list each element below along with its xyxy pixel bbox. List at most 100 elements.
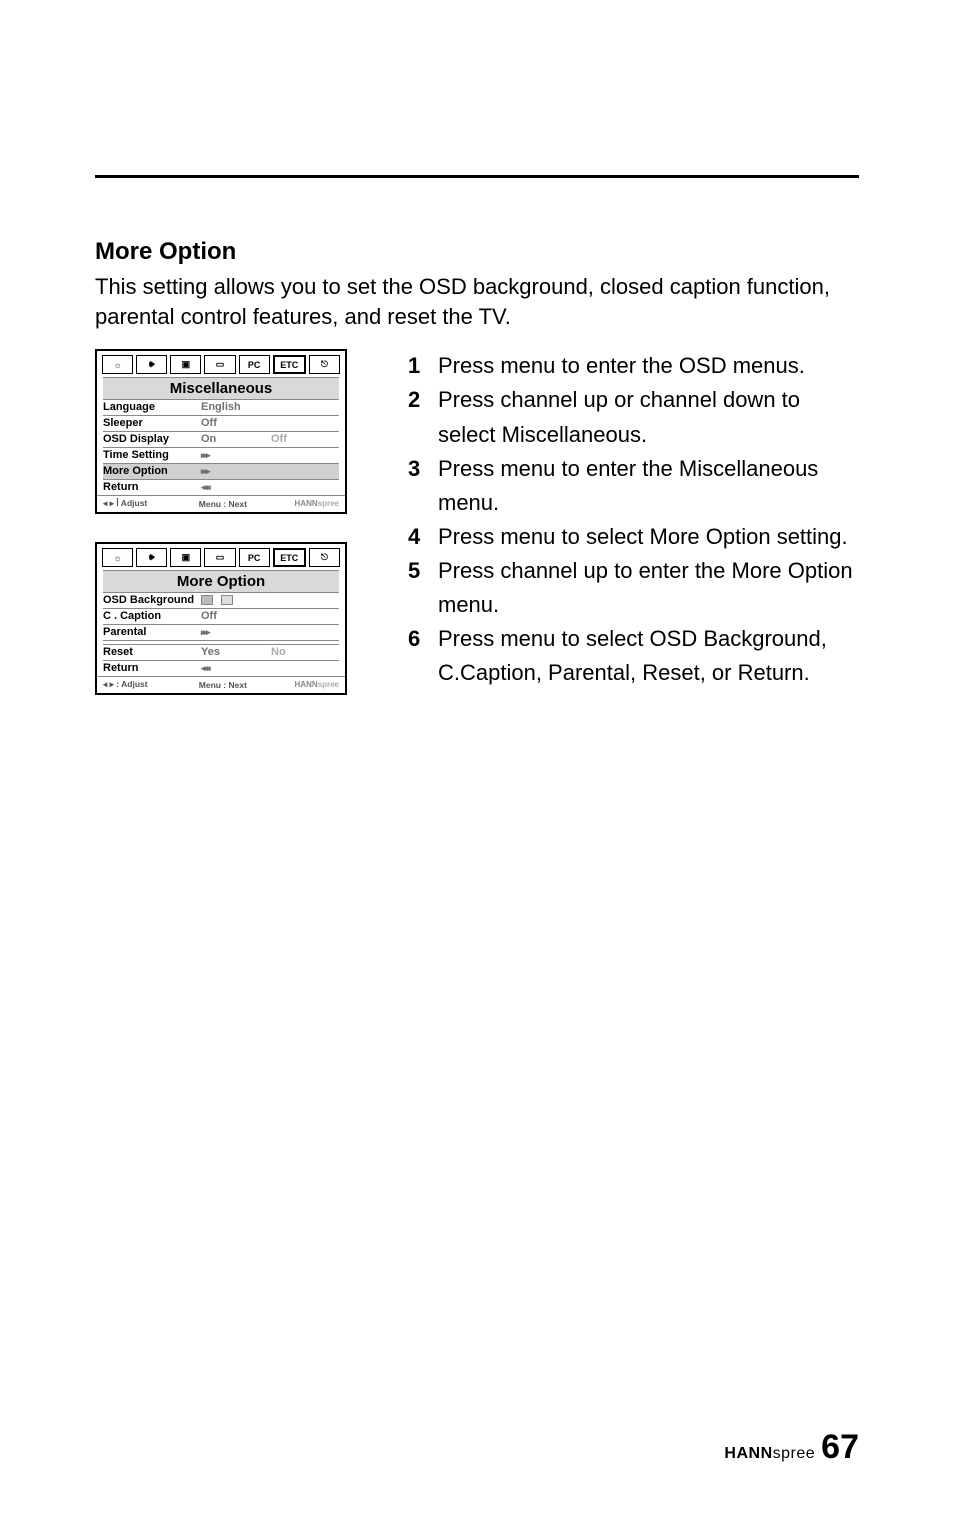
right-column: Press menu to enter the OSD menus.Press …	[408, 349, 859, 723]
panel-footer: ◂ ▸ : Adjust Menu : Next HANNspree	[97, 676, 345, 693]
tab-etc: ETC	[273, 548, 306, 567]
step-text: Press channel up to enter the More Optio…	[438, 554, 859, 622]
row-label: Return	[103, 662, 201, 674]
menu-row: OSD DisplayOnOff	[103, 432, 339, 448]
menu-row: OSD Background	[103, 593, 339, 609]
row-label: Reset	[103, 646, 201, 658]
row-value: ◂◂◂	[201, 663, 271, 674]
tab-icon: 🕪	[136, 548, 167, 567]
panel-title: More Option	[103, 570, 339, 593]
etc-icon: ETC	[280, 553, 298, 563]
row-value: ▸▸▸	[201, 450, 271, 461]
row-value: Off	[201, 417, 271, 429]
footer-adjust: ◂ ▸ : Adjust	[103, 679, 199, 690]
section-intro: This setting allows you to set the OSD b…	[95, 272, 859, 331]
footer-next: Menu : Next	[199, 499, 295, 509]
row-label: Time Setting	[103, 449, 201, 461]
osd-panel-miscellaneous: ☼ 🕪 ▣ ▭ PC ETC ⎋ Miscellaneous LanguageE…	[95, 349, 347, 514]
page-footer: HANNspree 67	[724, 1428, 859, 1467]
page-content: More Option This setting allows you to s…	[0, 178, 954, 723]
panel-title: Miscellaneous	[103, 377, 339, 400]
bg-option-icon	[201, 595, 213, 605]
footer-next: Menu : Next	[199, 680, 295, 690]
step-text: Press menu to enter the Miscellaneous me…	[438, 452, 859, 520]
footer-adjust: ◂ ▸ ꟾ Adjust	[103, 498, 199, 509]
tab-icon: ▣	[170, 548, 201, 567]
row-value: English	[201, 401, 271, 413]
tab-icon: ☼	[102, 355, 133, 374]
row-value: ▸▸▸	[201, 466, 271, 477]
row-label: OSD Background	[103, 594, 201, 606]
row-value: On	[201, 433, 271, 445]
row-label: More Option	[103, 465, 201, 477]
step-text: Press channel up or channel down to sele…	[438, 383, 859, 451]
etc-icon: ETC	[280, 360, 298, 370]
row-label: Parental	[103, 626, 201, 638]
brand-logo: HANNspree	[724, 1445, 815, 1463]
tab-pc: PC	[239, 548, 270, 567]
panel-footer: ◂ ▸ ꟾ Adjust Menu : Next HANNspree	[97, 495, 345, 512]
row-label: Sleeper	[103, 417, 201, 429]
row-value: Off	[201, 610, 271, 622]
sun-icon: ☼	[113, 553, 121, 563]
monitor-icon: ▭	[216, 552, 225, 563]
row-label: Return	[103, 481, 201, 493]
tab-icon: ▭	[204, 355, 235, 374]
tab-pc: PC	[239, 355, 270, 374]
columns: ☼ 🕪 ▣ ▭ PC ETC ⎋ Miscellaneous LanguageE…	[95, 349, 859, 723]
tab-etc: ETC	[273, 355, 306, 374]
tab-row: ☼ 🕪 ▣ ▭ PC ETC ⎋	[97, 544, 345, 570]
image-icon: ▣	[182, 359, 191, 370]
tab-icon: 🕪	[136, 355, 167, 374]
row-value-alt: Off	[271, 433, 287, 445]
row-value-alt: No	[271, 646, 286, 658]
menu-row: SleeperOff	[103, 416, 339, 432]
tab-icon: ▣	[170, 355, 201, 374]
footer-brand: HANNspree	[295, 499, 339, 508]
sun-icon: ☼	[113, 360, 121, 370]
tab-icon: ▭	[204, 548, 235, 567]
footer-brand: HANNspree	[295, 680, 339, 689]
step-item: Press channel up to enter the More Optio…	[408, 554, 859, 622]
step-item: Press menu to select More Option setting…	[408, 520, 859, 554]
row-value: Yes	[201, 646, 271, 658]
speaker-icon: 🕪	[149, 552, 155, 563]
osd-panel-more-option: ☼ 🕪 ▣ ▭ PC ETC ⎋ More Option OSD Backgro…	[95, 542, 347, 695]
menu-row: ResetYesNo	[103, 645, 339, 661]
step-text: Press menu to select OSD Background, C.C…	[438, 622, 859, 690]
tab-row: ☼ 🕪 ▣ ▭ PC ETC ⎋	[97, 351, 345, 377]
exit-icon: ⎋	[321, 552, 328, 563]
step-item: Press menu to enter the Miscellaneous me…	[408, 452, 859, 520]
menu-row: Parental▸▸▸	[103, 625, 339, 641]
monitor-icon: ▭	[216, 359, 225, 370]
tab-icon: ⎋	[309, 548, 340, 567]
row-value: ◂◂◂	[201, 482, 271, 493]
step-item: Press menu to select OSD Background, C.C…	[408, 622, 859, 690]
menu-row: More Option▸▸▸	[103, 464, 339, 480]
menu-rows: OSD BackgroundC . CaptionOffParental▸▸▸R…	[97, 593, 345, 676]
steps-list: Press menu to enter the OSD menus.Press …	[408, 349, 859, 690]
menu-row: LanguageEnglish	[103, 400, 339, 416]
menu-row: Time Setting▸▸▸	[103, 448, 339, 464]
speaker-icon: 🕪	[149, 359, 155, 370]
section-heading: More Option	[95, 238, 859, 266]
step-item: Press menu to enter the OSD menus.	[408, 349, 859, 383]
row-label: Language	[103, 401, 201, 413]
menu-row: C . CaptionOff	[103, 609, 339, 625]
bg-option-icon	[221, 595, 233, 605]
left-column: ☼ 🕪 ▣ ▭ PC ETC ⎋ Miscellaneous LanguageE…	[95, 349, 350, 723]
step-item: Press channel up or channel down to sele…	[408, 383, 859, 451]
image-icon: ▣	[182, 552, 191, 563]
step-text: Press menu to enter the OSD menus.	[438, 349, 805, 383]
tab-icon: ☼	[102, 548, 133, 567]
page-number: 67	[821, 1428, 859, 1467]
menu-row: Return◂◂◂	[103, 480, 339, 495]
menu-rows: LanguageEnglishSleeperOffOSD DisplayOnOf…	[97, 400, 345, 495]
step-text: Press menu to select More Option setting…	[438, 520, 848, 554]
row-value: ▸▸▸	[201, 627, 271, 638]
tab-icon: ⎋	[309, 355, 340, 374]
row-label: OSD Display	[103, 433, 201, 445]
menu-row: Return◂◂◂	[103, 661, 339, 676]
row-label: C . Caption	[103, 610, 201, 622]
exit-icon: ⎋	[321, 359, 328, 370]
